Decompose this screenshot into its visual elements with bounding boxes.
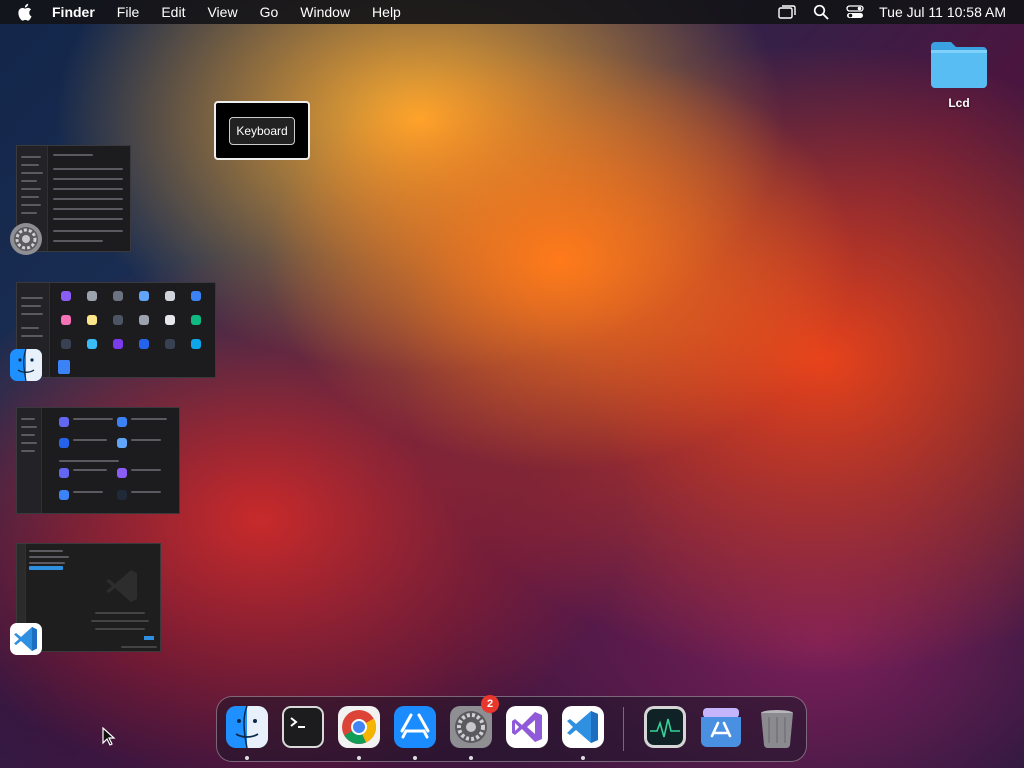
- system-settings-icon: [9, 222, 43, 256]
- dock-running-indicator: [581, 756, 585, 760]
- trash-icon: [761, 710, 793, 749]
- menu-view[interactable]: View: [207, 4, 237, 20]
- folder-icon: [931, 42, 987, 88]
- finder-icon: [9, 348, 43, 382]
- menu-bar: Finder File Edit View Go Window Help Tue…: [0, 0, 1024, 24]
- visual-studio-icon: [506, 706, 548, 748]
- dock-running-indicator: [245, 756, 249, 760]
- finder-icon: [226, 705, 268, 749]
- dock-activity-monitor[interactable]: [643, 705, 687, 749]
- dock-vscode[interactable]: [561, 705, 605, 749]
- dock-visual-studio[interactable]: [505, 705, 549, 749]
- apple-menu-icon[interactable]: [18, 3, 36, 21]
- window-thumbnail-finder[interactable]: [16, 282, 216, 378]
- dock-running-indicator: [413, 756, 417, 760]
- dock-separator: [623, 707, 624, 751]
- dock-running-indicator: [357, 756, 361, 760]
- dock-running-indicator: [469, 756, 473, 760]
- keyboard-label: Keyboard: [229, 116, 295, 145]
- menu-edit[interactable]: Edit: [161, 4, 185, 20]
- control-center-icon[interactable]: [845, 4, 865, 20]
- menu-window[interactable]: Window: [300, 4, 350, 20]
- chrome-icon: [338, 706, 380, 748]
- dock-app-store[interactable]: [393, 705, 437, 749]
- search-icon[interactable]: [811, 4, 831, 20]
- dock-apps-folder[interactable]: [699, 705, 743, 749]
- desktop-folder[interactable]: Lcd: [928, 38, 990, 110]
- app-store-icon: [394, 706, 436, 748]
- menu-clock[interactable]: Tue Jul 11 10:58 AM: [879, 4, 1006, 20]
- dock: 2: [216, 695, 807, 762]
- vscode-icon: [562, 706, 604, 748]
- terminal-icon: [282, 706, 324, 748]
- dock-terminal[interactable]: [281, 705, 325, 749]
- dock-finder[interactable]: [225, 705, 269, 749]
- dock-chrome[interactable]: [337, 705, 381, 749]
- menu-app-name[interactable]: Finder: [52, 4, 95, 20]
- window-thumbnail-app-store[interactable]: [16, 407, 180, 514]
- activity-monitor-icon: [644, 706, 686, 748]
- apps-folder-icon: [701, 708, 741, 747]
- vscode-icon: [9, 622, 43, 656]
- screen-mirroring-icon[interactable]: [777, 4, 797, 20]
- finder-thumb-badge-icon: [58, 360, 70, 374]
- mouse-cursor-icon: [102, 726, 116, 752]
- menu-file[interactable]: File: [117, 4, 140, 20]
- desktop-folder-label: Lcd: [948, 96, 970, 110]
- menu-go[interactable]: Go: [260, 4, 279, 20]
- menu-help[interactable]: Help: [372, 4, 401, 20]
- system-settings-badge: 2: [481, 695, 499, 713]
- dock-trash[interactable]: [755, 705, 799, 749]
- keyboard-popup: Keyboard: [214, 101, 310, 160]
